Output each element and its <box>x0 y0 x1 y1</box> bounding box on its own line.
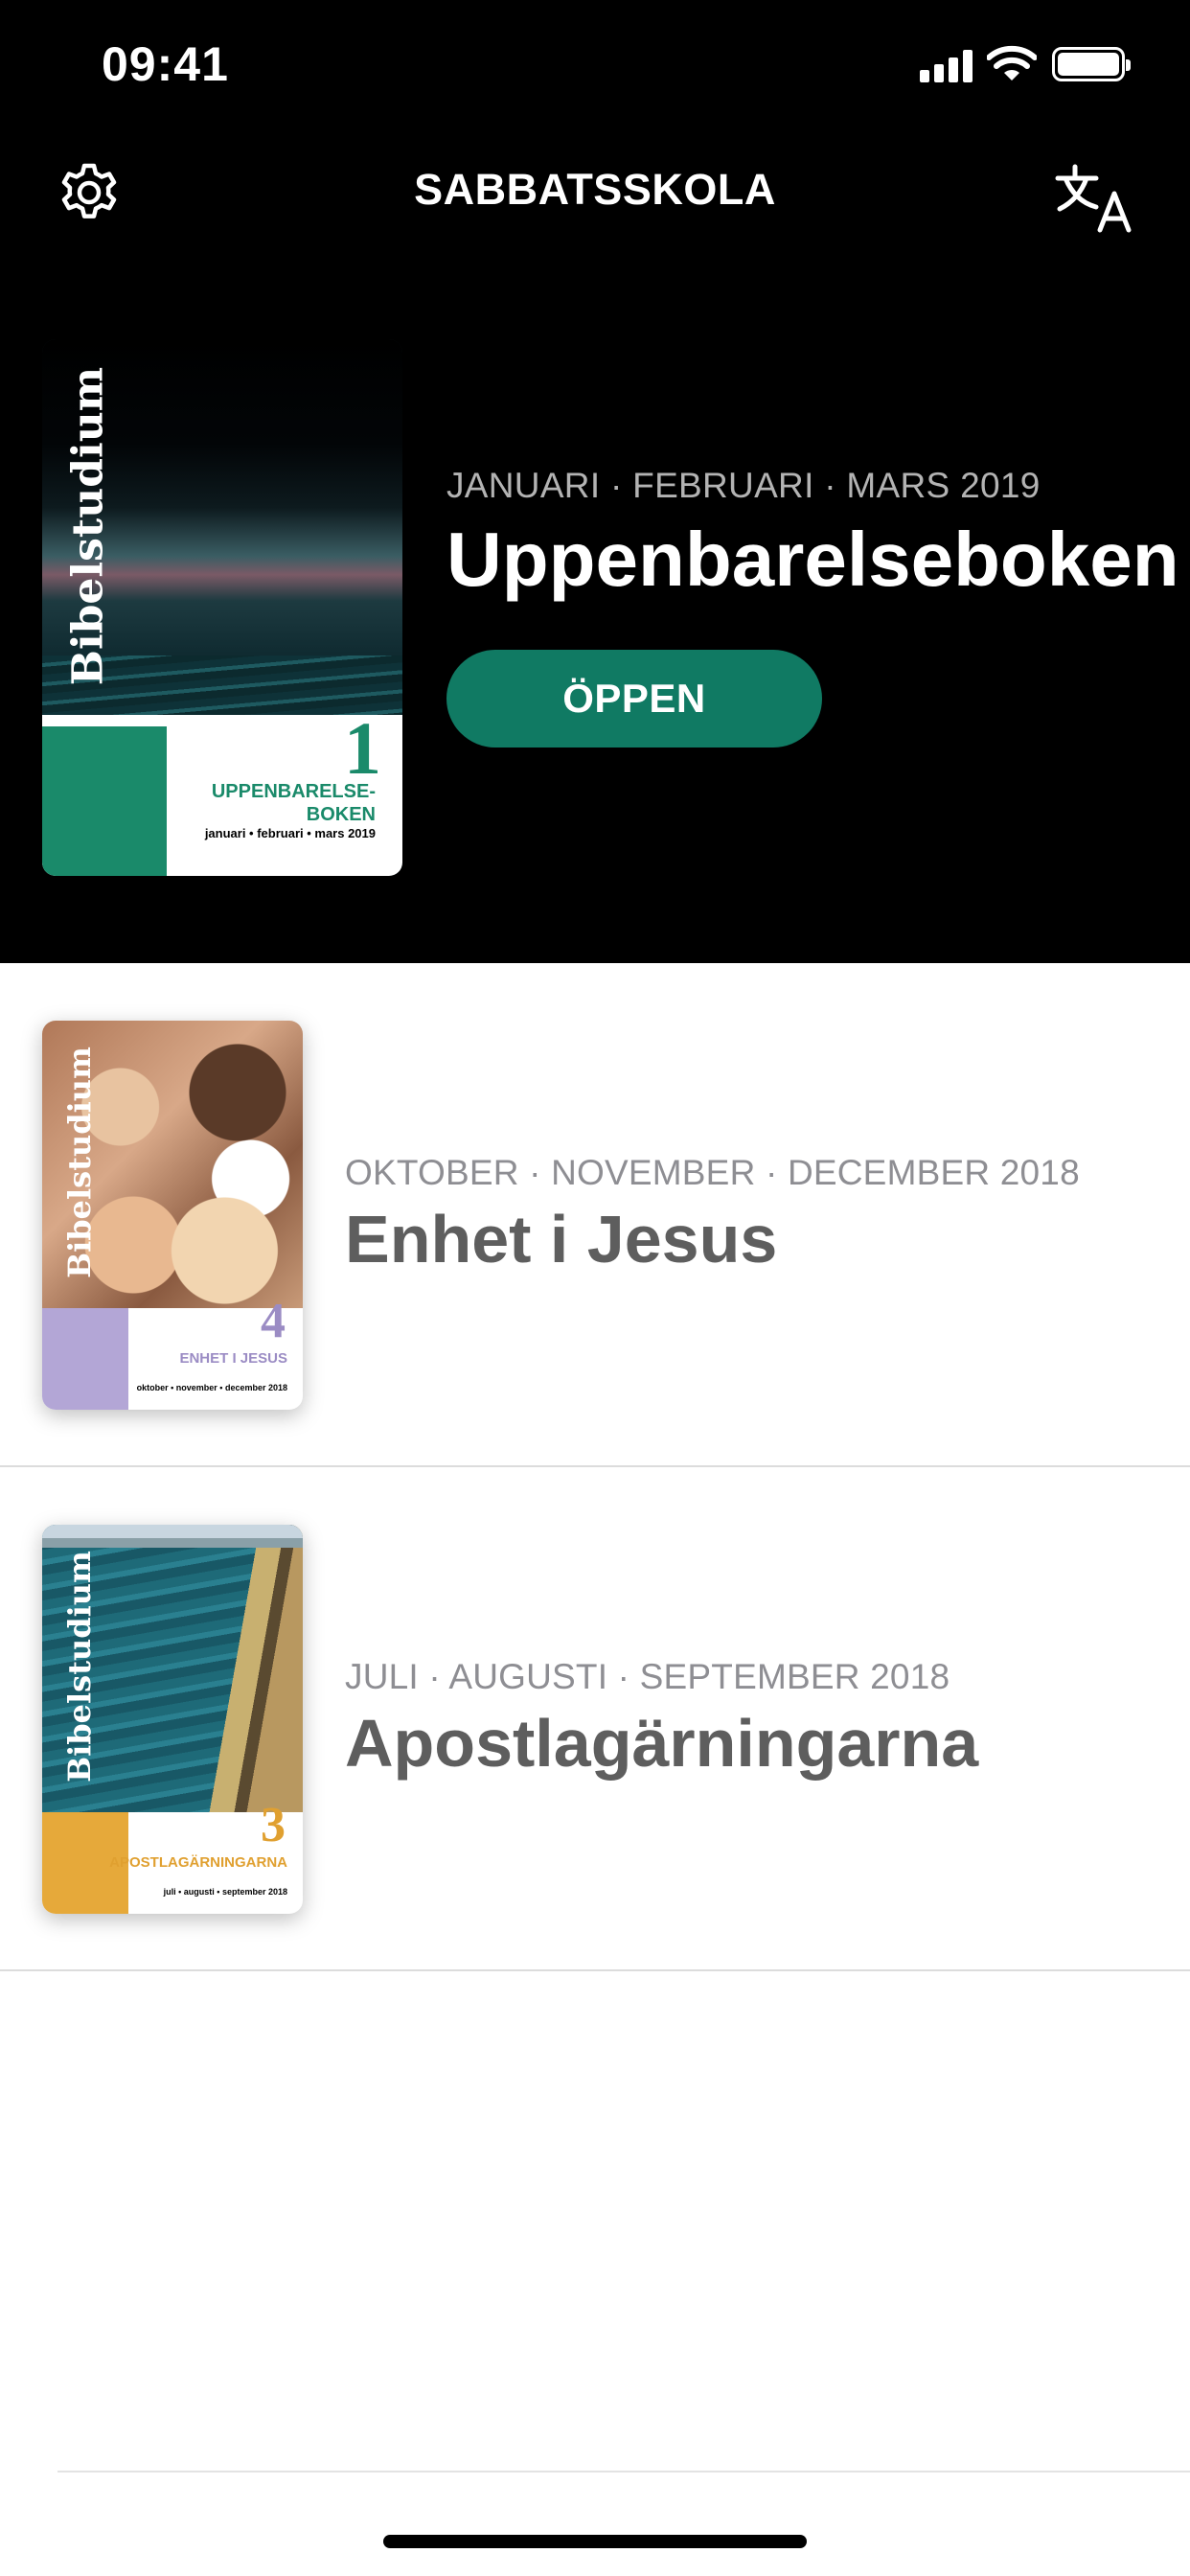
quarterly-cover-image: Bibelstudium 3 APOSTLAGÄRNINGARNA juli •… <box>42 1525 303 1914</box>
cover-dates: januari • februari • mars 2019 <box>204 826 376 840</box>
cover-dates: juli • augusti • september 2018 <box>163 1887 287 1897</box>
status-bar: 09:41 <box>0 0 1190 128</box>
quarterly-list-item[interactable]: Bibelstudium 4 ENHET I JESUS oktober • n… <box>0 963 1190 1467</box>
featured-date: JANUARI · FEBRUARI · MARS 2019 <box>446 466 1041 505</box>
cover-name: ENHET I JESUS <box>179 1350 287 1367</box>
quarterly-info: JULI · AUGUSTI · SEPTEMBER 2018 Apostlag… <box>345 1657 1169 1782</box>
quarterly-info: OKTOBER · NOVEMBER · DECEMBER 2018 Enhet… <box>345 1153 1169 1277</box>
quarterly-title: Apostlagärningarna <box>345 1706 979 1781</box>
featured-title[interactable]: Uppenbarelseboken <box>446 516 1179 604</box>
quarterly-date: JULI · AUGUSTI · SEPTEMBER 2018 <box>345 1657 950 1696</box>
navbar: SABBATSSKOLA <box>0 144 1190 240</box>
cover-dates: oktober • november • december 2018 <box>136 1383 287 1392</box>
home-indicator[interactable] <box>383 2535 807 2548</box>
open-button[interactable]: ÖPPEN <box>446 650 822 748</box>
cover-name: APOSTLAGÄRNINGARNA <box>109 1854 287 1871</box>
quarterly-list-item[interactable]: Bibelstudium 3 APOSTLAGÄRNINGARNA juli •… <box>0 1467 1190 1971</box>
status-time: 09:41 <box>102 37 229 91</box>
quarterly-title: Enhet i Jesus <box>345 1202 778 1276</box>
cover-number: 1 <box>344 706 381 790</box>
featured-info: JANUARI · FEBRUARI · MARS 2019 Uppenbare… <box>446 466 1179 604</box>
divider <box>57 2471 1190 2472</box>
page-title: SABBATSSKOLA <box>414 165 776 214</box>
cover-logo-band <box>42 1308 128 1410</box>
translate-icon[interactable] <box>1054 157 1134 234</box>
cover-spine-text: Bibelstudium <box>63 366 113 686</box>
battery-icon <box>1052 47 1131 81</box>
cover-name: UPPENBARELSE- BOKEN <box>211 781 376 825</box>
signal-icon <box>920 50 975 82</box>
quarterly-cover-image: Bibelstudium 4 ENHET I JESUS oktober • n… <box>42 1021 303 1410</box>
featured-cover-image[interactable]: Bibelstudium 1 UPPENBARELSE- BOKEN janua… <box>42 339 402 876</box>
cover-spine-text: Bibelstudium <box>61 1046 98 1278</box>
cover-logo-band <box>42 726 167 876</box>
cover-number: 4 <box>261 1294 286 1348</box>
cover-spine-text: Bibelstudium <box>61 1551 98 1782</box>
quarterly-date: OKTOBER · NOVEMBER · DECEMBER 2018 <box>345 1153 1080 1192</box>
cover-number: 3 <box>261 1798 286 1852</box>
featured-header: 09:41 SABBATSSKOLA Bibelstudium 1 UPPENB… <box>0 0 1190 963</box>
wifi-icon <box>987 45 1037 80</box>
